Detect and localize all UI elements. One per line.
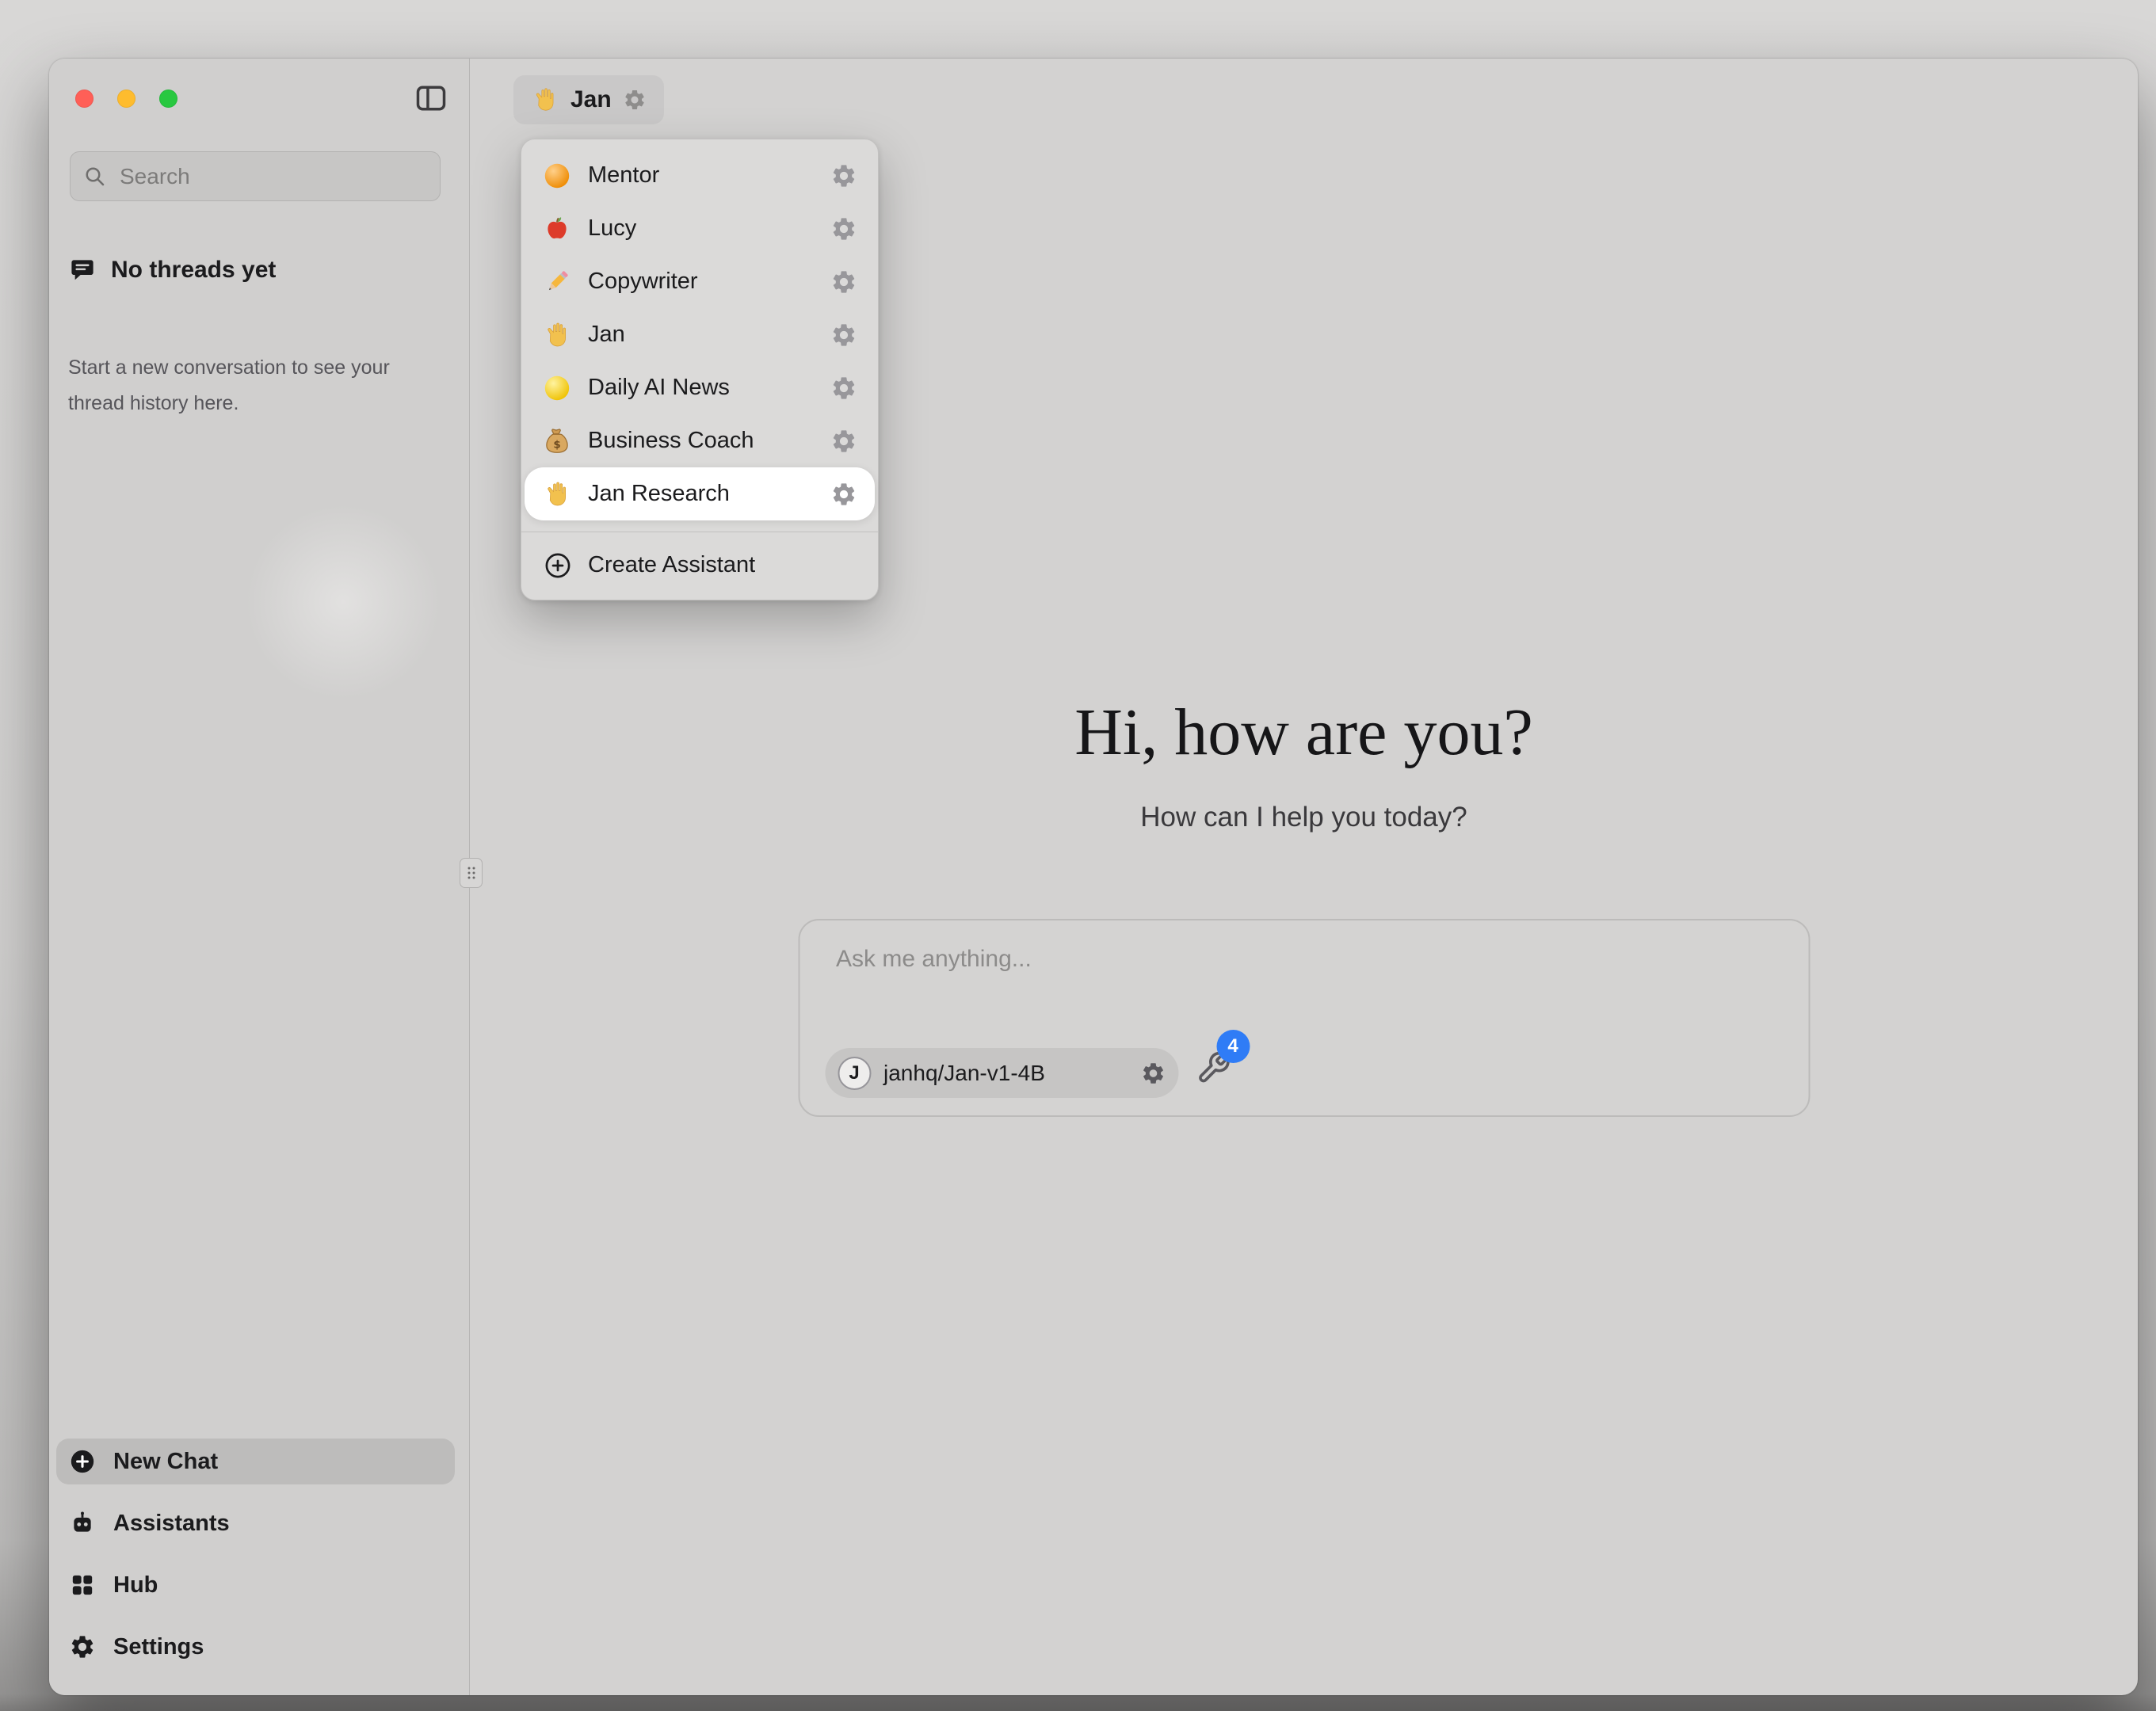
chat-bubble-icon [70, 257, 95, 283]
minimize-button[interactable] [117, 90, 135, 108]
greeting-subtitle: How can I help you today? [470, 802, 2138, 833]
assistants-label: Assistants [113, 1511, 230, 1537]
composer: J janhq/Jan-v1-4B 4 [798, 919, 1810, 1117]
hub-grid-icon [69, 1572, 96, 1599]
gear-icon[interactable] [830, 162, 857, 189]
settings-label: Settings [113, 1634, 204, 1660]
sidebar-item-assistants[interactable]: Assistants [56, 1500, 455, 1546]
menu-item-daily-ai-news[interactable]: Daily AI News [521, 361, 878, 414]
gear-icon[interactable] [830, 269, 857, 295]
chat-main: Jan Mentor Lucy Copywriter Jan [470, 59, 2138, 1695]
apple-icon [542, 214, 572, 244]
gear-icon[interactable] [830, 215, 857, 242]
money-bag-icon [542, 426, 572, 456]
empty-state-description: Start a new conversation to see your thr… [68, 350, 417, 421]
yellow-circle-icon [542, 373, 572, 403]
menu-item-label: Copywriter [588, 269, 815, 295]
menu-item-label: Business Coach [588, 428, 815, 454]
hub-label: Hub [113, 1572, 158, 1599]
search-input[interactable] [118, 163, 427, 190]
sidebar-resize-handle[interactable] [460, 858, 483, 888]
plus-circle-outline-icon [544, 551, 572, 580]
gear-icon[interactable] [830, 428, 857, 455]
tools-count-badge: 4 [1216, 1030, 1250, 1063]
orange-circle-icon [542, 161, 572, 191]
wave-icon [531, 86, 559, 114]
sidebar-toggle-icon[interactable] [414, 81, 448, 116]
app-window: No threads yet Start a new conversation … [49, 59, 2138, 1695]
sidebar-item-hub[interactable]: Hub [56, 1562, 455, 1608]
new-chat-label: New Chat [113, 1449, 218, 1475]
gear-icon[interactable] [830, 375, 857, 402]
grip-dots-icon [462, 861, 481, 885]
model-name: janhq/Jan-v1-4B [883, 1061, 1128, 1086]
gear-icon[interactable] [830, 322, 857, 349]
menu-item-copywriter[interactable]: Copywriter [521, 255, 878, 308]
plus-circle-icon [69, 1448, 96, 1475]
menu-item-label: Jan [588, 322, 815, 348]
assistant-menu: Mentor Lucy Copywriter Jan Daily AI News [521, 139, 879, 600]
assistants-icon [69, 1510, 96, 1537]
pencil-icon [542, 267, 572, 297]
assistant-selector[interactable]: Jan [513, 75, 664, 124]
sidebar: No threads yet Start a new conversation … [49, 59, 470, 1695]
new-chat-button[interactable]: New Chat [56, 1439, 455, 1484]
model-settings-gear-icon[interactable] [1140, 1061, 1166, 1086]
wave-icon [542, 320, 572, 350]
close-button[interactable] [75, 90, 93, 108]
menu-item-label: Mentor [588, 162, 815, 189]
model-avatar: J [838, 1057, 871, 1090]
model-selector[interactable]: J janhq/Jan-v1-4B [825, 1048, 1178, 1098]
create-assistant-label: Create Assistant [588, 552, 755, 578]
menu-item-jan[interactable]: Jan [521, 308, 878, 361]
gear-icon[interactable] [623, 88, 647, 112]
zoom-button[interactable] [159, 90, 177, 108]
search-icon [83, 165, 107, 189]
menu-item-label: Lucy [588, 215, 815, 242]
empty-state-title: No threads yet [111, 257, 276, 284]
menu-item-jan-research[interactable]: Jan Research [525, 467, 875, 520]
create-assistant-button[interactable]: Create Assistant [521, 539, 878, 592]
wave-icon [542, 479, 572, 509]
sidebar-nav: New Chat Assistants Hub Settings [56, 1439, 455, 1670]
menu-item-label: Daily AI News [588, 375, 815, 401]
settings-gear-icon [69, 1633, 96, 1660]
greeting-title: Hi, how are you? [470, 694, 2138, 771]
search-box[interactable] [70, 151, 441, 201]
gear-icon[interactable] [830, 481, 857, 508]
menu-item-mentor[interactable]: Mentor [521, 149, 878, 202]
window-controls [75, 90, 177, 108]
menu-item-lucy[interactable]: Lucy [521, 202, 878, 255]
menu-item-label: Jan Research [588, 481, 815, 507]
chat-input[interactable] [834, 944, 1773, 1027]
sidebar-item-settings[interactable]: Settings [56, 1624, 455, 1670]
menu-item-business-coach[interactable]: Business Coach [521, 414, 878, 467]
assistant-selector-label: Jan [570, 86, 612, 113]
